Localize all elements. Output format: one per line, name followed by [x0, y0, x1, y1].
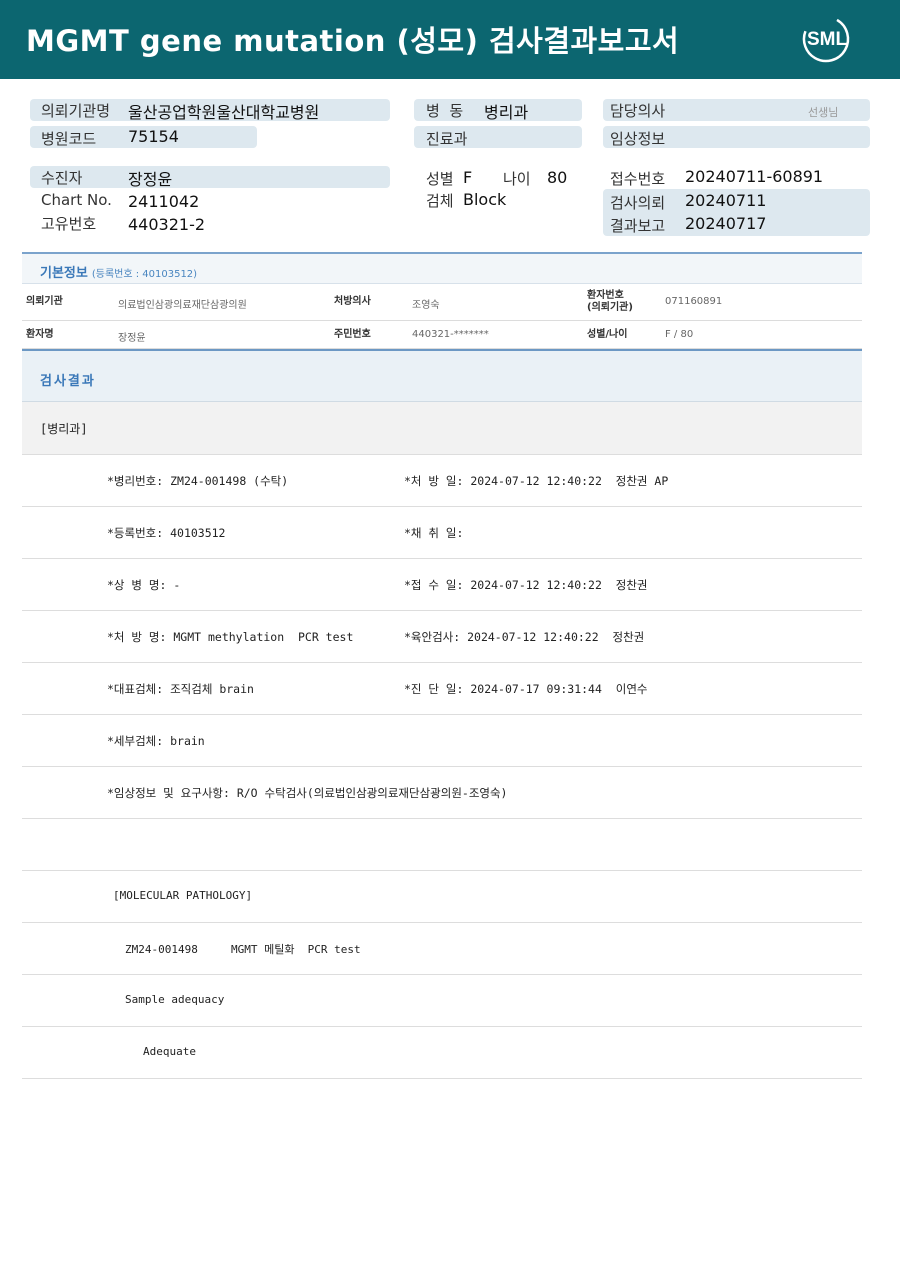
result-row-left: *병리번호: ZM24-001498 (수탁)	[107, 474, 289, 488]
result-title: 검사결과	[40, 374, 96, 389]
doctor-suffix: 선생님	[808, 106, 839, 119]
unique-no-label: 고유번호	[41, 215, 97, 233]
result-row: *처 방 명: MGMT methylation PCR test *육안검사:…	[22, 611, 862, 663]
basic-info-title: 기본정보 (등록번호 : 40103512)	[40, 262, 197, 281]
result-row-left: *상 병 명: -	[107, 578, 181, 592]
result-row: *병리번호: ZM24-001498 (수탁) *처 방 일: 2024-07-…	[22, 455, 862, 507]
specimen-value: Block	[463, 190, 507, 209]
result-row-left: *임상정보 및 요구사항: R/O 수탁검사(의료법인삼광의료재단삼광의원-조영…	[107, 786, 508, 800]
department-name: [병리과]	[40, 422, 88, 436]
institution-label: 의뢰기관명	[41, 102, 111, 120]
patient-no-label-line2: (의뢰기관)	[587, 302, 633, 313]
result-row: *세부검체: brain	[22, 715, 862, 767]
molecular-test-line: ZM24-001498 MGMT 메틸화 PCR test	[125, 943, 361, 956]
sml-logo: SML	[796, 12, 856, 66]
basic-info-reg-no: (등록번호 : 40103512)	[91, 269, 198, 280]
result-row-left: *세부검체: brain	[107, 734, 205, 748]
basic-info-row-1: 의뢰기관 의료법인삼광의료재단삼광의원 처방의사 조영숙 환자번호 (의뢰기관)…	[22, 284, 862, 321]
result-row: *등록번호: 40103512 *채 취 일:	[22, 507, 862, 559]
basic-info-header: 기본정보 (등록번호 : 40103512)	[22, 252, 862, 284]
result-row: *임상정보 및 요구사항: R/O 수탁검사(의료법인삼광의료재단삼광의원-조영…	[22, 767, 862, 819]
molecular-row: Adequate	[22, 1027, 862, 1079]
result-row-right: *육안검사: 2024-07-12 12:40:22 정찬권	[404, 630, 645, 644]
report-title: MGMT gene mutation (성모) 검사결과보고서	[26, 24, 680, 58]
result-row-left: *처 방 명: MGMT methylation PCR test	[107, 630, 354, 644]
report-header: MGMT gene mutation (성모) 검사결과보고서 SML	[0, 0, 900, 79]
receipt-no-label: 접수번호	[610, 170, 666, 188]
patient-name-label-2: 환자명	[26, 329, 54, 340]
specimen-label: 검체	[426, 192, 454, 210]
chart-label: Chart No.	[41, 191, 112, 209]
result-row: *대표검체: 조직검체 brain *진 단 일: 2024-07-17 09:…	[22, 663, 862, 715]
clinical-info-label: 임상정보	[610, 130, 666, 148]
requester-label: 의뢰기관	[26, 296, 63, 307]
hospital-code-value: 75154	[128, 127, 179, 146]
prescriber-label: 처방의사	[334, 296, 371, 307]
patient-name-value: 장정윤	[128, 170, 173, 189]
hospital-code-label: 병원코드	[41, 130, 97, 148]
patient-name-label: 수진자	[41, 169, 83, 187]
requester-value: 의료법인삼광의료재단삼광의원	[118, 300, 247, 311]
sample-adequacy-label: Sample adequacy	[125, 993, 225, 1006]
result-row	[22, 819, 862, 871]
result-row: *상 병 명: - *접 수 일: 2024-07-12 12:40:22 정찬…	[22, 559, 862, 611]
molecular-heading: [MOLECULAR PATHOLOGY]	[113, 889, 253, 902]
basic-info-title-text: 기본정보	[40, 266, 88, 281]
institution-value: 울산공업학원울산대학교병원	[128, 103, 320, 122]
sex-label: 성별	[426, 170, 454, 188]
result-row-left: *대표검체: 조직검체 brain	[107, 682, 254, 696]
chart-value: 2411042	[128, 192, 200, 211]
report-date-label: 결과보고	[610, 217, 666, 235]
patient-name-box	[30, 166, 390, 188]
molecular-row: Sample adequacy	[22, 975, 862, 1027]
receipt-no-value: 20240711-60891	[685, 167, 824, 186]
patient-no-label: 환자번호 (의뢰기관)	[587, 290, 633, 314]
result-row-right: *진 단 일: 2024-07-17 09:31:44 이연수	[404, 682, 648, 696]
molecular-row: [MOLECULAR PATHOLOGY]	[22, 871, 862, 923]
age-label: 나이	[503, 170, 531, 188]
doctor-label: 담당의사	[610, 102, 666, 120]
patient-name-value-2: 장정윤	[118, 333, 146, 344]
ward-value: 병리과	[484, 103, 529, 122]
molecular-row: ZM24-001498 MGMT 메틸화 PCR test	[22, 923, 862, 975]
request-date-label: 검사의뢰	[610, 194, 666, 212]
resident-no-label: 주민번호	[334, 329, 371, 340]
patient-no-value: 071160891	[665, 296, 723, 307]
basic-info-row-2: 환자명 장정윤 주민번호 440321-******* 성별/나이 F / 80	[22, 321, 862, 349]
sex-age-label: 성별/나이	[587, 329, 628, 340]
sex-value: F	[463, 168, 473, 187]
department-label: 진료과	[426, 130, 468, 148]
resident-no-value: 440321-*******	[412, 329, 489, 340]
ward-label: 병 동	[426, 102, 464, 120]
result-header: 검사결과	[22, 349, 862, 402]
result-row-right: *접 수 일: 2024-07-12 12:40:22 정찬권	[404, 578, 648, 592]
result-row-right: *처 방 일: 2024-07-12 12:40:22 정찬권 AP	[404, 474, 669, 488]
result-row-left: *등록번호: 40103512	[107, 526, 226, 540]
department-row: [병리과]	[22, 402, 862, 455]
patient-no-label-line1: 환자번호	[587, 290, 624, 301]
prescriber-value: 조영숙	[412, 300, 440, 311]
sample-adequacy-value: Adequate	[143, 1045, 196, 1058]
request-date-value: 20240711	[685, 191, 767, 210]
unique-no-value: 440321-2	[128, 215, 206, 234]
logo-text: SML	[807, 29, 848, 50]
age-value: 80	[547, 168, 568, 187]
result-row-right: *채 취 일:	[404, 526, 464, 540]
sex-age-value: F / 80	[665, 329, 694, 340]
report-date-value: 20240717	[685, 214, 767, 233]
